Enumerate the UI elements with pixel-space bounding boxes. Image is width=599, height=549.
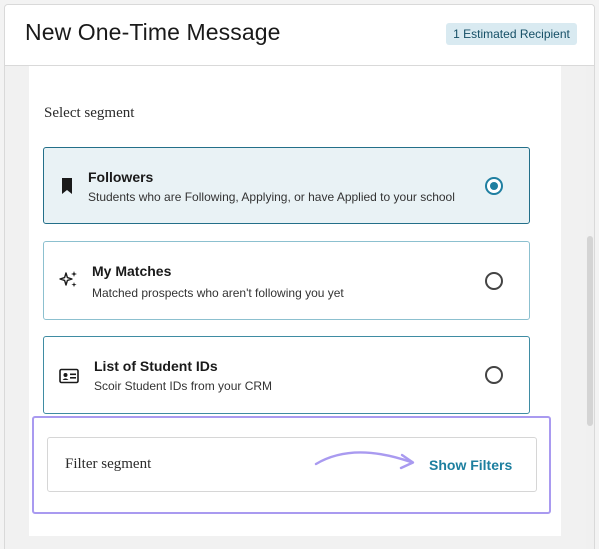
sparkles-icon <box>59 270 79 295</box>
student-ids-radio[interactable] <box>485 366 503 384</box>
curved-arrow-icon <box>313 446 423 481</box>
option-description: Students who are Following, Applying, or… <box>88 190 455 204</box>
followers-radio[interactable] <box>485 177 503 195</box>
segment-option-student-ids[interactable]: List of Student IDs Scoir Student IDs fr… <box>43 336 530 414</box>
my-matches-radio[interactable] <box>485 272 503 290</box>
page-title: New One-Time Message <box>25 19 281 45</box>
show-filters-link[interactable]: Show Filters <box>429 457 512 473</box>
option-title: My Matches <box>92 263 172 279</box>
select-segment-label: Select segment <box>44 105 135 121</box>
scrollbar-thumb[interactable] <box>587 236 593 426</box>
segment-option-my-matches[interactable]: My Matches Matched prospects who aren't … <box>43 241 530 320</box>
option-description: Scoir Student IDs from your CRM <box>94 379 273 393</box>
option-title: Followers <box>88 169 154 185</box>
option-description: Matched prospects who aren't following y… <box>92 286 344 300</box>
bookmark-icon <box>61 178 73 199</box>
filter-segment-box: Filter segment Show Filters <box>47 437 537 492</box>
option-title: List of Student IDs <box>94 358 218 374</box>
modal-header: New One-Time Message 1 Estimated Recipie… <box>5 5 594 66</box>
filter-segment-label: Filter segment <box>65 456 152 472</box>
recipient-count-badge: 1 Estimated Recipient <box>446 23 577 45</box>
segment-option-followers[interactable]: Followers Students who are Following, Ap… <box>43 147 530 224</box>
id-card-icon <box>59 368 79 389</box>
